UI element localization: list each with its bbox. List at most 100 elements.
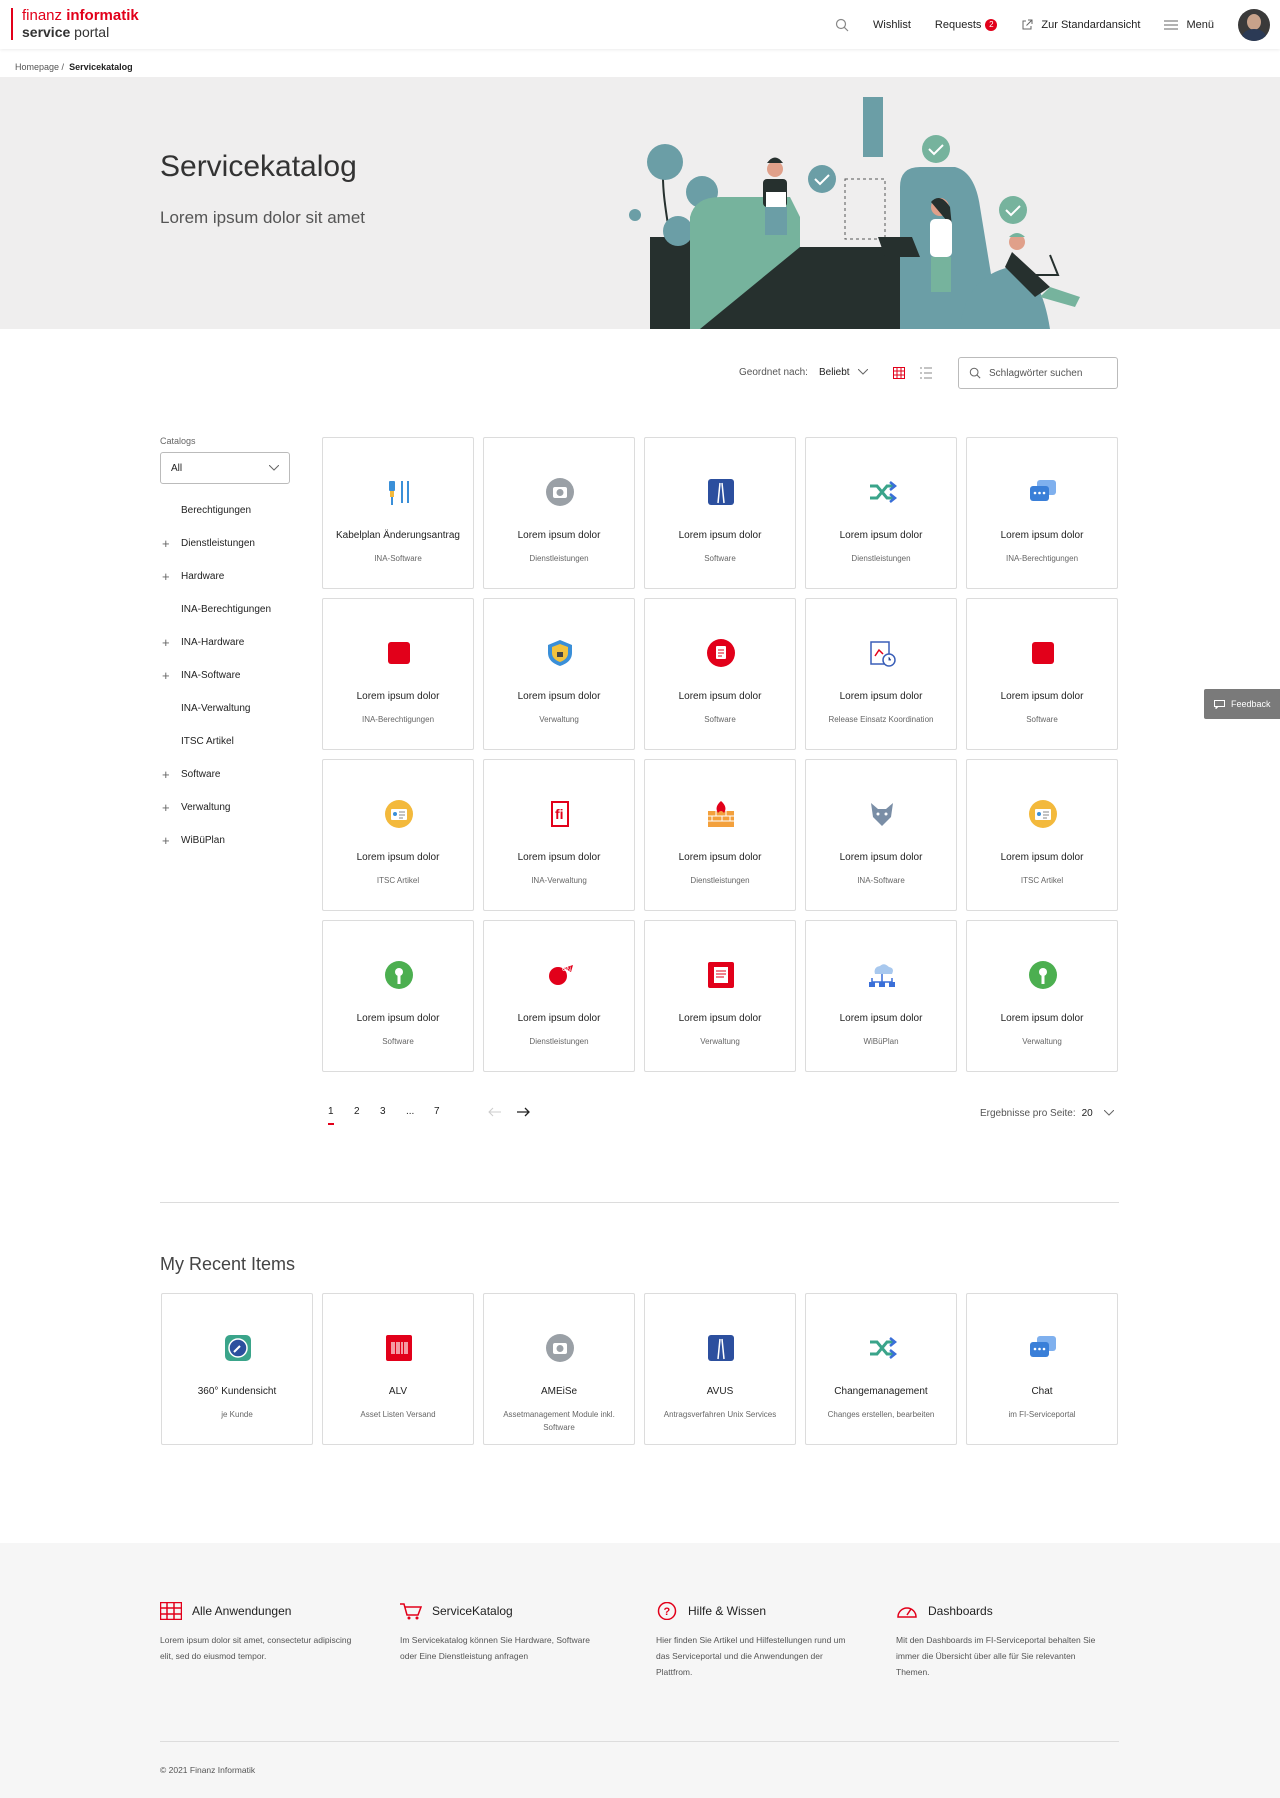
footer-column: ? Hilfe & Wissen Hier finden Sie Artikel u… [656, 1602, 856, 1680]
catalog-card[interactable]: Lorem ipsum dolor Dienstleistungen [644, 759, 796, 911]
cart-icon [400, 1603, 422, 1620]
catalog-card[interactable]: ON Lorem ipsum dolor Dienstleistungen [483, 920, 635, 1072]
sidebar-item[interactable]: + Verwaltung [160, 791, 292, 824]
catalog-select[interactable]: All [160, 452, 290, 484]
list-view-icon[interactable] [920, 367, 932, 379]
header-nav: Wishlist Requests 2 Zur Standardansicht M… [811, 0, 1280, 49]
per-page-control[interactable]: Ergebnisse pro Seite: 20 [980, 1108, 1114, 1119]
id-card-icon [1029, 800, 1057, 828]
recent-card[interactable]: ALV Asset Listen Versand [322, 1293, 474, 1445]
top-header: finanz informatik service portal Wishlis… [0, 0, 1280, 49]
catalog-card[interactable]: Lorem ipsum dolor Software [644, 598, 796, 750]
wishlist-link[interactable]: Wishlist [873, 19, 911, 31]
catalog-card[interactable]: Lorem ipsum dolor WiBüPlan [805, 920, 957, 1072]
footer-column-heading[interactable]: Dashboards [896, 1602, 1096, 1620]
sidebar-item[interactable]: Berechtigungen [160, 494, 292, 527]
sidebar-item-label: Hardware [181, 571, 225, 582]
catalog-card[interactable]: Lorem ipsum dolor ITSC Artikel [322, 759, 474, 911]
footer-column-text: Im Servicekatalog können Sie Hardware, S… [400, 1635, 590, 1661]
sort-value: Beliebt [819, 367, 850, 378]
sort-dropdown[interactable]: Beliebt [819, 367, 869, 378]
clipboard-clock-icon [870, 641, 896, 667]
avatar[interactable] [1238, 8, 1270, 41]
catalog-card-title: Lorem ipsum dolor [678, 1013, 762, 1024]
comment-icon [1214, 699, 1225, 709]
sidebar-item[interactable]: + Dienstleistungen [160, 527, 292, 560]
chat-icon [1030, 1336, 1056, 1357]
hero-illustration [629, 97, 1080, 329]
page-link[interactable]: 2 [354, 1106, 360, 1117]
recent-card-title: Changemanagement [834, 1386, 928, 1397]
sidebar-item[interactable]: + Software [160, 758, 292, 791]
catalog-card[interactable]: Lorem ipsum dolor Release Einsatz Koordin… [805, 598, 957, 750]
expand-plus-icon[interactable]: + [162, 791, 170, 824]
feedback-button[interactable]: Feedback [1204, 689, 1280, 719]
logo-text-light: finanz [22, 7, 67, 24]
catalog-card-subtitle: Release Einsatz Koordination [828, 715, 934, 724]
sidebar-item[interactable]: + Hardware [160, 560, 292, 593]
page-link[interactable]: ... [406, 1106, 414, 1117]
catalog-card-title: Lorem ipsum dolor [839, 1013, 923, 1024]
recent-card[interactable]: 360° Kundensicht je Kunde [161, 1293, 313, 1445]
search-placeholder: Schlagwörter suchen [989, 367, 1083, 379]
footer-column-heading[interactable]: ServiceKatalog [400, 1602, 600, 1620]
catalog-card-subtitle: Verwaltung [1022, 1037, 1062, 1046]
catalog-card[interactable]: Lorem ipsum dolor Dienstleistungen [805, 437, 957, 589]
expand-plus-icon[interactable]: + [162, 758, 170, 791]
recent-card[interactable]: Chat im FI-Serviceportal [966, 1293, 1118, 1445]
sidebar-item-label: ITSC Artikel [181, 736, 234, 747]
expand-plus-icon[interactable]: + [162, 659, 170, 692]
search-icon [969, 367, 981, 379]
catalog-card[interactable]: fi Lorem ipsum dolor INA-Verwaltung [483, 759, 635, 911]
sidebar-item[interactable]: INA-Berechtigungen [160, 593, 292, 626]
search-input[interactable]: Schlagwörter suchen [958, 357, 1118, 389]
logo[interactable]: finanz informatik service portal [11, 8, 139, 40]
sidebar-item-label: Dienstleistungen [181, 538, 255, 549]
recent-card[interactable]: AVUS Antragsverfahren Unix Services [644, 1293, 796, 1445]
requests-link[interactable]: Requests 2 [935, 18, 998, 31]
footer-column-heading[interactable]: Alle Anwendungen [160, 1602, 360, 1620]
catalog-card[interactable]: Lorem ipsum dolor Dienstleistungen [483, 437, 635, 589]
grid-view-icon[interactable] [893, 367, 905, 379]
breadcrumb-current: Servicekatalog [69, 62, 133, 72]
recent-card[interactable]: Changemanagement Changes erstellen, bearb… [805, 1293, 957, 1445]
footer-column: Dashboards Mit den Dashboards im FI-Servi… [896, 1602, 1096, 1680]
sidebar-item[interactable]: INA-Verwaltung [160, 692, 292, 725]
sidebar-item[interactable]: + INA-Software [160, 659, 292, 692]
catalog-card-subtitle: ITSC Artikel [1020, 876, 1064, 885]
catalog-card[interactable]: Lorem ipsum dolor Software [644, 437, 796, 589]
expand-plus-icon[interactable]: + [162, 626, 170, 659]
expand-plus-icon[interactable]: + [162, 527, 170, 560]
arrow-left-icon[interactable] [488, 1107, 502, 1117]
sidebar-item[interactable]: ITSC Artikel [160, 725, 292, 758]
expand-plus-icon[interactable]: + [162, 560, 170, 593]
catalog-card[interactable]: Lorem ipsum dolor Verwaltung [966, 920, 1118, 1072]
catalog-card[interactable]: Kabelplan Änderungsantrag INA-Software [322, 437, 474, 589]
catalog-card[interactable]: Lorem ipsum dolor INA-Berechtigungen [966, 437, 1118, 589]
catalog-card[interactable]: Lorem ipsum dolor Software [322, 920, 474, 1072]
wolf-icon [871, 803, 893, 826]
arrow-right-icon[interactable] [516, 1107, 530, 1117]
catalog-card[interactable]: Lorem ipsum dolor INA-Software [805, 759, 957, 911]
gauge-icon [897, 1607, 917, 1618]
catalog-card[interactable]: Lorem ipsum dolor ITSC Artikel [966, 759, 1118, 911]
standard-view-link[interactable]: Zur Standardansicht [1021, 19, 1140, 31]
catalog-card[interactable]: Lorem ipsum dolor Software [966, 598, 1118, 750]
search-icon[interactable] [835, 18, 849, 32]
breadcrumb-home[interactable]: Homepage [15, 62, 59, 72]
catalog-card[interactable]: Lorem ipsum dolor INA-Berechtigungen [322, 598, 474, 750]
recent-card[interactable]: AMEiSe Assetmanagement Module inkl. Softw… [483, 1293, 635, 1445]
page-link[interactable]: 1 [328, 1106, 334, 1125]
menu-button[interactable]: Menü [1164, 19, 1214, 31]
expand-plus-icon[interactable]: + [162, 824, 170, 857]
footer-column-heading[interactable]: ? Hilfe & Wissen [656, 1602, 856, 1620]
page-link[interactable]: 3 [380, 1106, 386, 1117]
sidebar-item[interactable]: + WiBüPlan [160, 824, 292, 857]
footer: Alle Anwendungen Lorem ipsum dolor sit am… [0, 1543, 1280, 1798]
page-link[interactable]: 7 [434, 1106, 440, 1117]
sidebar-item[interactable]: + INA-Hardware [160, 626, 292, 659]
catalog-card[interactable]: Lorem ipsum dolor Verwaltung [644, 920, 796, 1072]
recent-card-title: AVUS [706, 1386, 734, 1397]
catalog-card-subtitle: WiBüPlan [863, 1037, 899, 1046]
catalog-card[interactable]: Lorem ipsum dolor Verwaltung [483, 598, 635, 750]
